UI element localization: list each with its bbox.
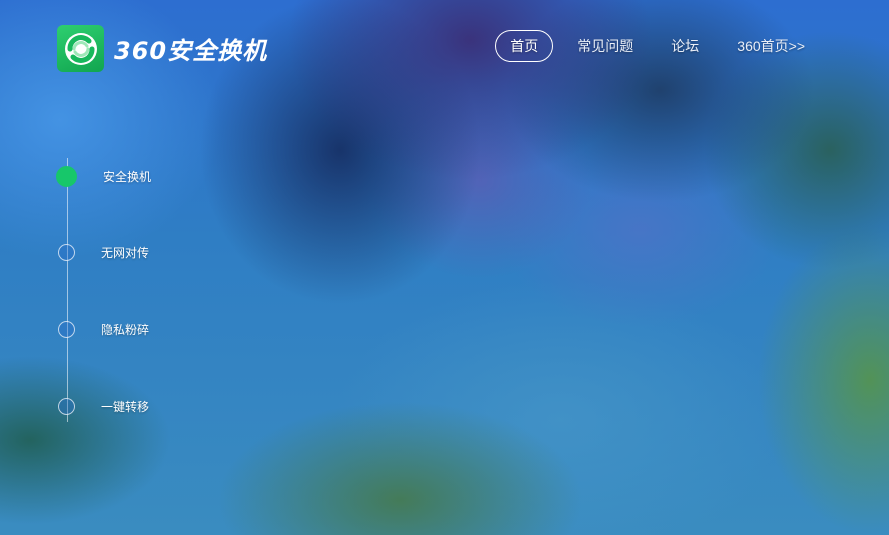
timeline-label: 隐私粉碎 xyxy=(101,323,150,337)
timeline-label: 安全换机 xyxy=(103,170,152,184)
timeline-dot xyxy=(58,321,75,338)
timeline-dot xyxy=(58,398,75,415)
top-nav: 首页 常见问题 论坛 360首页>> xyxy=(485,30,819,62)
timeline-item-offline-transfer[interactable]: 无网对传 xyxy=(57,242,149,263)
timeline-item-safe-exchange[interactable]: 安全换机 xyxy=(56,166,152,187)
nav-forum[interactable]: 论坛 xyxy=(657,31,713,61)
timeline-line xyxy=(67,158,68,422)
timeline-item-one-click-transfer[interactable]: 一键转移 xyxy=(57,396,149,417)
logo[interactable]: 360安全换机 xyxy=(57,25,267,72)
timeline-dot-active xyxy=(56,166,77,187)
page: 360安全换机 首页 常见问题 论坛 360首页>> 安全换机 无网对传 隐私粉… xyxy=(0,0,889,535)
360-exchange-logo-icon xyxy=(57,25,104,72)
timeline-dot xyxy=(58,244,75,261)
nav-360-home[interactable]: 360首页>> xyxy=(723,31,819,61)
logo-text: 360安全换机 xyxy=(114,37,268,65)
feature-timeline: 安全换机 无网对传 隐私粉碎 一键转移 xyxy=(56,158,257,428)
timeline-label: 无网对传 xyxy=(101,246,150,260)
nav-home[interactable]: 首页 xyxy=(495,30,554,62)
timeline-label: 一键转移 xyxy=(101,400,150,414)
timeline-item-privacy-shred[interactable]: 隐私粉碎 xyxy=(57,319,149,340)
nav-faq[interactable]: 常见问题 xyxy=(563,31,647,61)
